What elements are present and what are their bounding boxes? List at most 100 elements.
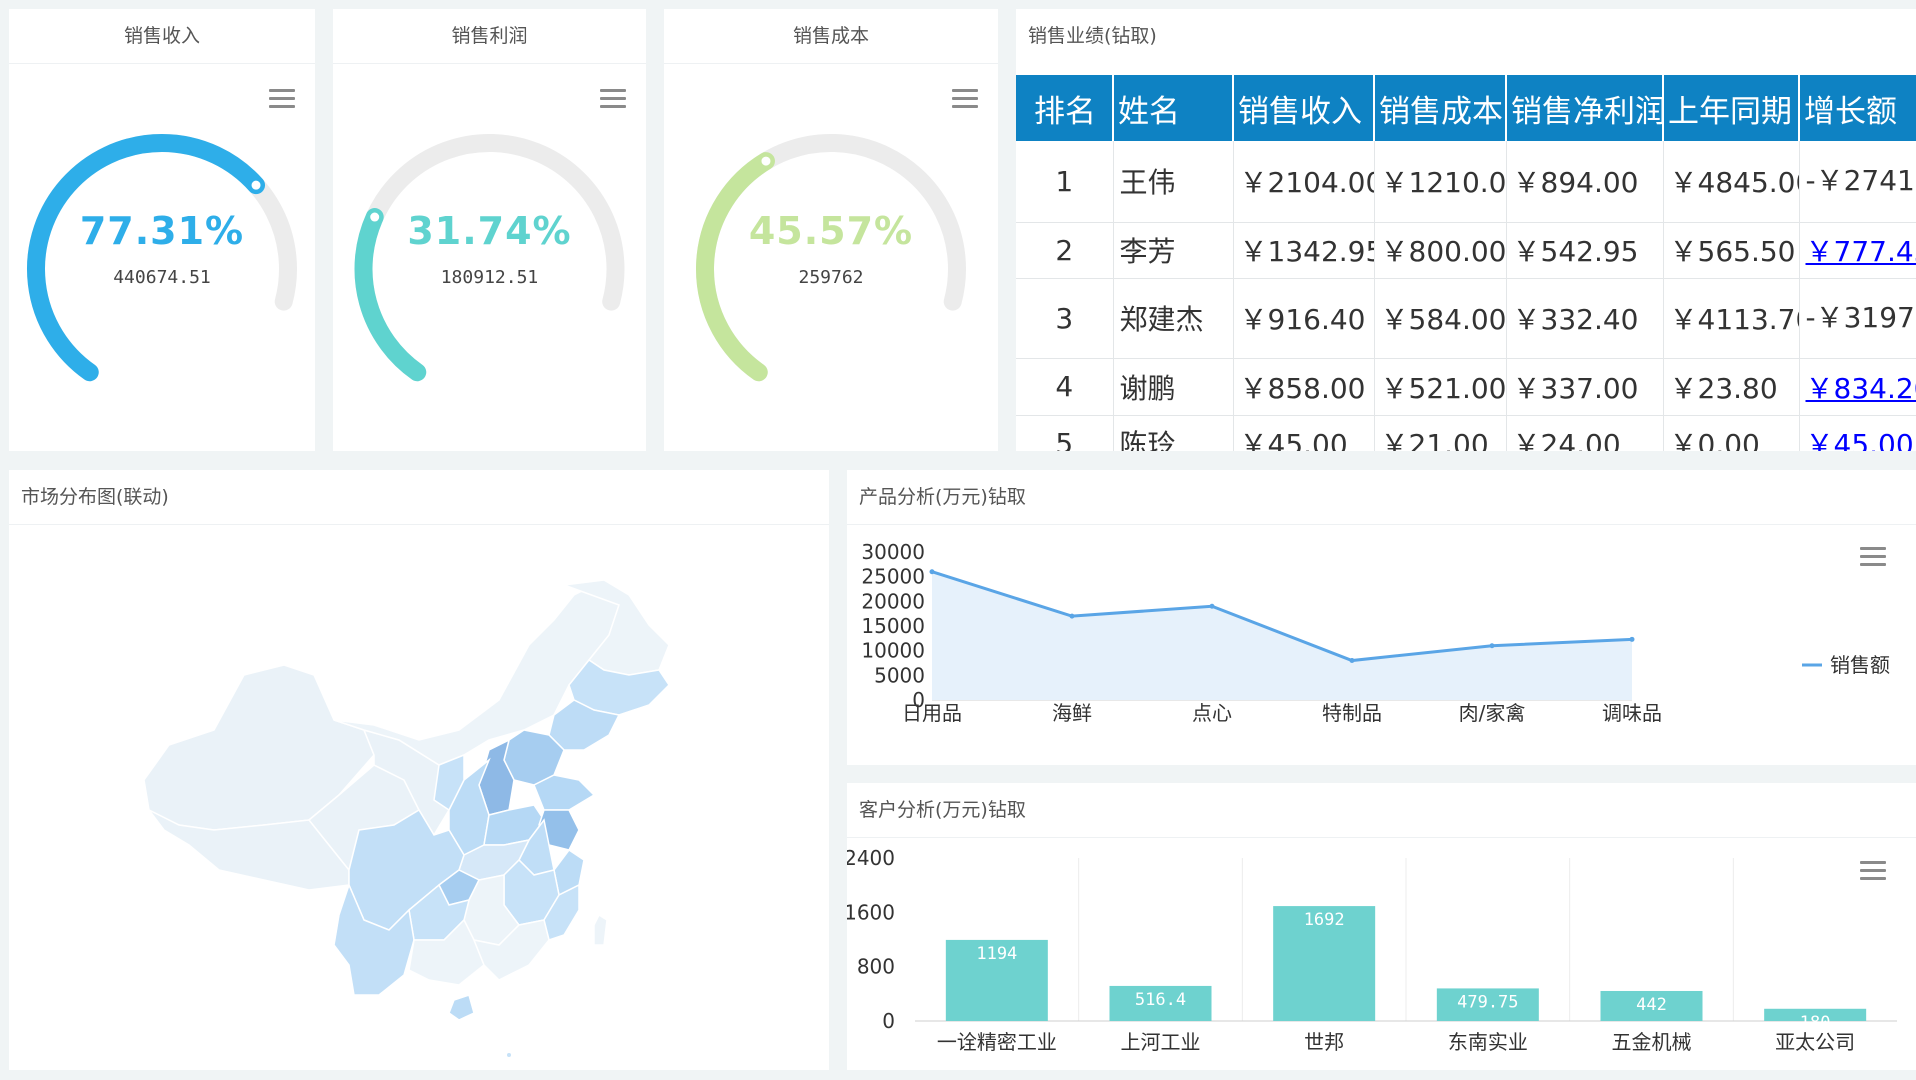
cell-last-year: ￥23.80 [1663,358,1800,416]
growth-link[interactable]: ￥45.00 [1806,428,1914,451]
cell-profit: ￥332.40 [1506,278,1664,359]
cell-rank: 3 [1016,278,1114,359]
cell-cost: ￥521.00 [1374,358,1507,416]
cell-growth[interactable]: -￥2741.00 [1799,141,1916,223]
gauge-panel-cost: 销售成本 45.57% 259762 [664,9,998,451]
gauge-track [354,134,625,382]
bar-value-label: 442 [1636,995,1667,1015]
data-point[interactable] [1069,613,1075,619]
cell-rank: 1 [1016,141,1114,223]
growth-link[interactable]: ￥834.20 [1806,372,1916,405]
col-header-revenue[interactable]: 销售收入 [1233,75,1375,141]
cell-revenue: ￥1342.95 [1233,222,1375,279]
growth-link[interactable]: ￥777.45 [1806,235,1916,268]
cell-rank: 5 [1016,415,1114,451]
cell-growth[interactable]: -￥3197.30 [1799,278,1916,359]
data-point[interactable] [929,569,935,575]
panel-title: 市场分布图(联动) [9,470,829,525]
gauge-chart [354,134,625,382]
legend-label[interactable]: 销售额 [1830,653,1890,677]
table-row: 4 谢鹏 ￥858.00 ￥521.00 ￥337.00 ￥23.80 ￥834… [1016,358,1916,416]
x-tick-label: 调味品 [1602,701,1662,725]
gauge-value: 440674.51 [113,267,211,288]
cell-name: 郑建杰 [1113,278,1234,359]
cell-revenue: ￥858.00 [1233,358,1375,416]
data-point[interactable] [1629,636,1635,642]
market-map-panel: 市场分布图(联动) [9,470,829,1070]
product-area-chart[interactable]: 300002500020000150001000050000日用品 海鲜 点心 特制品… [847,525,1916,765]
cell-rank: 4 [1016,358,1114,416]
map-region-shandong[interactable] [533,774,596,811]
y-tick-label: 25000 [861,565,925,589]
bar-value-label: 1692 [1304,910,1345,930]
x-tick-label: 海鲜 [1052,701,1092,725]
x-tick-label: 特制品 [1322,701,1382,725]
gauge-title: 销售收入 [9,9,315,64]
table-row: 2 李芳 ￥1342.95 ￥800.00 ￥542.95 ￥565.50 ￥7… [1016,222,1916,279]
gauge-handle [758,153,774,169]
col-header-cost[interactable]: 销售成本 [1374,75,1507,141]
cell-last-year: ￥4845.00 [1663,141,1800,223]
cell-last-year: ￥565.50 [1663,222,1800,279]
gauge-value: 259762 [798,267,864,288]
gauge-panel-revenue: 销售收入 77.31% 440674.51 [9,9,315,451]
bar-value-label: 1194 [976,944,1017,964]
cell-name: 陈玲 [1113,415,1234,451]
col-header-name[interactable]: 姓名 [1113,75,1234,141]
data-point[interactable] [1209,603,1215,609]
map-region-taiwan[interactable] [593,913,608,946]
cell-profit: ￥337.00 [1506,358,1664,416]
cell-name: 谢鹏 [1113,358,1234,416]
x-tick-label: 五金机械 [1612,1030,1692,1054]
x-tick-label: 世邦 [1304,1030,1344,1054]
cell-rank: 2 [1016,222,1114,279]
y-tick-label: 0 [882,1009,895,1033]
map-region-hainan[interactable] [448,994,475,1021]
cell-profit: ￥24.00 [1506,415,1664,451]
gauge-panel-profit: 销售利润 31.74% 180912.51 [333,9,646,451]
cell-cost: ￥1210.00 [1374,141,1507,223]
cell-growth: ￥45.00 [1799,415,1916,451]
cell-cost: ￥800.00 [1374,222,1507,279]
gauge-value: 180912.51 [440,267,539,288]
cell-growth: ￥777.45 [1799,222,1916,279]
china-map[interactable] [9,525,829,1070]
y-tick-label: 2400 [847,846,895,870]
cell-name: 李芳 [1113,222,1234,279]
x-tick-label: 一诠精密工业 [937,1030,1057,1054]
x-tick-label: 肉/家禽 [1459,701,1526,725]
cell-profit: ￥542.95 [1506,222,1664,279]
y-tick-label: 20000 [861,589,925,613]
gauge-chart [696,134,966,382]
gauge-chart [27,134,297,382]
x-tick-label: 东南实业 [1448,1030,1528,1054]
cell-profit: ￥894.00 [1506,141,1664,223]
gauge-percent: 31.74% [407,209,572,253]
cell-revenue: ￥2104.00 [1233,141,1375,223]
col-header-profit[interactable]: 销售净利润 [1506,75,1664,141]
map-island-dot [507,1053,511,1057]
bar-value-label: 479.75 [1457,992,1518,1012]
gauge-handle [248,177,264,193]
col-header-growth[interactable]: 增长额 [1799,75,1916,141]
cell-name: 王伟 [1113,141,1234,223]
customer-bar-chart[interactable]: 2400 1600 800 0 1194 一诠精密工业 516.4 上河工业 1692 世邦 479… [847,838,1916,1070]
cell-last-year: ￥0.00 [1663,415,1800,451]
bar-value-label: 516.4 [1135,990,1186,1010]
panel-title[interactable]: 客户分析(万元)钻取 [847,783,1916,838]
sales-table: 排名 姓名 销售收入 销售成本 销售净利润 上年同期 增长额 1 王伟 ￥210… [1016,75,1916,451]
panel-title[interactable]: 产品分析(万元)钻取 [847,470,1916,525]
cell-cost: ￥584.00 [1374,278,1507,359]
x-tick-label: 点心 [1192,701,1232,725]
x-tick-label: 日用品 [902,701,962,725]
data-point[interactable] [1489,643,1495,649]
x-tick-label: 亚太公司 [1775,1030,1855,1054]
col-header-last-year[interactable]: 上年同期 [1663,75,1800,141]
col-header-rank[interactable]: 排名 [1016,75,1114,141]
table-row: 1 王伟 ￥2104.00 ￥1210.00 ￥894.00 ￥4845.00 … [1016,141,1916,223]
data-point[interactable] [1349,658,1355,664]
table-header-row: 排名 姓名 销售收入 销售成本 销售净利润 上年同期 增长额 [1016,75,1916,141]
gauge-title: 销售成本 [664,9,998,64]
table-row: 3 郑建杰 ￥916.40 ￥584.00 ￥332.40 ￥4113.70 -… [1016,278,1916,359]
panel-title[interactable]: 销售业绩(钻取) [1016,9,1916,64]
